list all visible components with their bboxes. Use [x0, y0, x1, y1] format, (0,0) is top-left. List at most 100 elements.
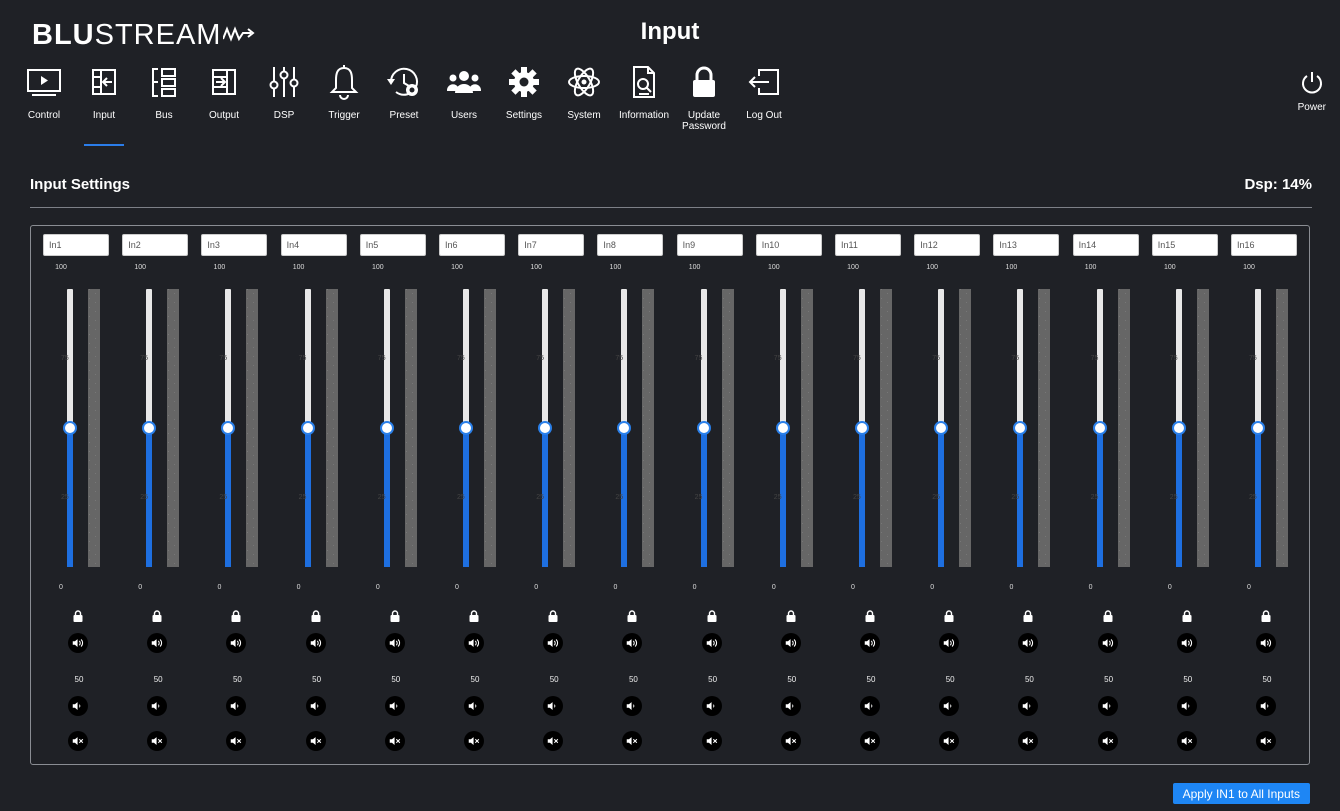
- volume-down-button[interactable]: [147, 696, 168, 716]
- channel-name-input[interactable]: [993, 234, 1060, 256]
- volume-down-button[interactable]: [1018, 696, 1039, 716]
- lock-icon[interactable]: [1103, 609, 1113, 622]
- volume-slider[interactable]: 75 25: [457, 289, 473, 567]
- nav-settings[interactable]: Settings: [494, 60, 554, 132]
- slider-handle[interactable]: [1013, 421, 1028, 435]
- slider-handle[interactable]: [1092, 421, 1107, 435]
- volume-slider[interactable]: 75 25: [695, 289, 711, 567]
- volume-down-button[interactable]: [1256, 696, 1276, 716]
- volume-slider[interactable]: 75 25: [536, 289, 553, 567]
- lock-icon[interactable]: [1023, 609, 1033, 622]
- channel-name-input[interactable]: [359, 234, 426, 256]
- volume-down-button[interactable]: [226, 696, 247, 716]
- nav-log-out[interactable]: Log Out: [734, 60, 794, 132]
- volume-up-button[interactable]: [305, 633, 326, 653]
- volume-up-button[interactable]: [226, 633, 247, 653]
- channel-name-input[interactable]: [676, 234, 743, 256]
- volume-up-button[interactable]: [464, 633, 484, 653]
- lock-icon[interactable]: [152, 609, 162, 622]
- volume-slider[interactable]: 75 25: [1091, 289, 1107, 567]
- mute-button[interactable]: [939, 731, 960, 751]
- volume-down-button[interactable]: [780, 696, 801, 716]
- slider-handle[interactable]: [1171, 421, 1186, 435]
- volume-up-button[interactable]: [701, 633, 722, 653]
- volume-up-button[interactable]: [68, 633, 88, 653]
- volume-slider[interactable]: 75 25: [853, 289, 869, 567]
- volume-up-button[interactable]: [1256, 633, 1276, 653]
- volume-up-button[interactable]: [622, 633, 643, 653]
- mute-button[interactable]: [147, 731, 168, 751]
- slider-handle[interactable]: [63, 421, 77, 435]
- slider-handle[interactable]: [855, 421, 869, 435]
- slider-handle[interactable]: [538, 421, 553, 435]
- volume-down-button[interactable]: [1176, 696, 1197, 716]
- mute-button[interactable]: [305, 731, 326, 751]
- mute-button[interactable]: [622, 731, 643, 751]
- nav-users[interactable]: Users: [434, 60, 494, 132]
- slider-handle[interactable]: [379, 421, 394, 435]
- lock-icon[interactable]: [390, 609, 400, 622]
- volume-up-button[interactable]: [939, 633, 960, 653]
- lock-icon[interactable]: [786, 609, 796, 622]
- mute-button[interactable]: [1176, 731, 1197, 751]
- volume-slider[interactable]: 75 25: [219, 289, 236, 567]
- channel-name-input[interactable]: [835, 234, 901, 256]
- slider-handle[interactable]: [775, 421, 790, 435]
- mute-button[interactable]: [860, 731, 880, 751]
- volume-down-button[interactable]: [701, 696, 722, 716]
- volume-slider[interactable]: 75 25: [615, 289, 632, 567]
- volume-down-button[interactable]: [860, 696, 880, 716]
- lock-icon[interactable]: [231, 609, 241, 622]
- lock-icon[interactable]: [944, 609, 954, 622]
- nav-preset[interactable]: Preset: [374, 60, 434, 132]
- nav-bus[interactable]: Bus: [134, 60, 194, 132]
- channel-name-input[interactable]: [1151, 234, 1218, 256]
- volume-down-button[interactable]: [622, 696, 643, 716]
- mute-button[interactable]: [226, 731, 247, 751]
- slider-handle[interactable]: [1251, 421, 1265, 435]
- channel-name-input[interactable]: [280, 234, 347, 256]
- channel-name-input[interactable]: [755, 234, 822, 256]
- mute-button[interactable]: [543, 731, 564, 751]
- lock-icon[interactable]: [469, 609, 479, 622]
- volume-slider[interactable]: 75 25: [1249, 289, 1265, 567]
- volume-slider[interactable]: 75 25: [299, 289, 315, 567]
- mute-button[interactable]: [1097, 731, 1118, 751]
- volume-down-button[interactable]: [939, 696, 960, 716]
- mute-button[interactable]: [1018, 731, 1039, 751]
- power-button[interactable]: Power: [1298, 70, 1326, 113]
- mute-button[interactable]: [384, 731, 405, 751]
- slider-handle[interactable]: [221, 421, 236, 435]
- channel-name-input[interactable]: [914, 234, 981, 256]
- channel-name-input[interactable]: [122, 234, 189, 256]
- lock-icon[interactable]: [707, 609, 717, 622]
- nav-system[interactable]: System: [554, 60, 614, 132]
- volume-up-button[interactable]: [1176, 633, 1197, 653]
- volume-down-button[interactable]: [305, 696, 326, 716]
- mute-button[interactable]: [701, 731, 722, 751]
- volume-up-button[interactable]: [543, 633, 564, 653]
- nav-update-password[interactable]: Update Password: [674, 60, 734, 132]
- volume-up-button[interactable]: [384, 633, 405, 653]
- volume-up-button[interactable]: [1018, 633, 1039, 653]
- lock-icon[interactable]: [627, 609, 637, 622]
- channel-name-input[interactable]: [1231, 234, 1297, 256]
- volume-down-button[interactable]: [384, 696, 405, 716]
- volume-down-button[interactable]: [68, 696, 88, 716]
- volume-slider[interactable]: 75 25: [140, 289, 157, 567]
- lock-icon[interactable]: [311, 609, 321, 622]
- volume-slider[interactable]: 75 25: [932, 289, 949, 567]
- volume-up-button[interactable]: [780, 633, 801, 653]
- volume-down-button[interactable]: [543, 696, 564, 716]
- volume-slider[interactable]: 75 25: [774, 289, 790, 567]
- volume-slider[interactable]: 75 25: [1011, 289, 1028, 567]
- slider-handle[interactable]: [696, 421, 711, 435]
- nav-dsp[interactable]: DSP: [254, 60, 314, 132]
- mute-button[interactable]: [68, 731, 88, 751]
- channel-name-input[interactable]: [1072, 234, 1139, 256]
- mute-button[interactable]: [1256, 731, 1276, 751]
- nav-output[interactable]: Output: [194, 60, 254, 132]
- volume-up-button[interactable]: [147, 633, 168, 653]
- channel-name-input[interactable]: [201, 234, 268, 256]
- volume-up-button[interactable]: [860, 633, 880, 653]
